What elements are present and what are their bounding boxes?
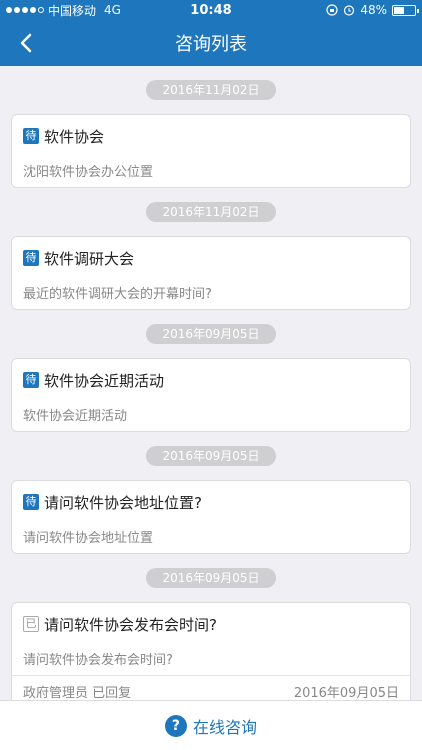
battery-percent: 48% [360,3,387,17]
consult-item[interactable]: 已 请问软件协会发布会时间? 请问软件协会发布会时间? 政府管理员 已回复 20… [11,602,411,708]
pending-badge: 待 [23,372,39,388]
pending-badge: 待 [23,494,39,510]
page-title: 咨询列表 [175,34,247,55]
item-title: 软件协会 [44,127,105,146]
online-consult-label: 在线咨询 [192,717,257,737]
item-title: 软件协会近期活动 [44,371,165,390]
date-separator: 2016年09月05日 [0,432,422,480]
item-subtitle: 最近的软件调研大会的开幕时间? [23,287,212,302]
item-title: 软件调研大会 [44,249,135,268]
replied-badge: 已 [23,616,39,632]
consult-list: 2016年11月02日 待 软件协会 沈阳软件协会办公位置 2016年11月02… [0,66,422,708]
status-bar: 中国移动 4G 10:48 48% [0,0,422,20]
chevron-left-icon [20,33,32,53]
item-subtitle: 软件协会近期活动 [23,409,128,424]
signal-icon [6,7,44,13]
consult-item[interactable]: 待 软件协会近期活动 软件协会近期活动 [11,358,411,432]
network-type: 4G [104,3,121,17]
consult-item[interactable]: 待 软件协会 沈阳软件协会办公位置 [11,114,411,188]
date-label: 2016年11月02日 [146,80,276,100]
pending-badge: 待 [23,128,39,144]
item-title: 请问软件协会发布会时间? [44,615,217,634]
date-label: 2016年09月05日 [146,446,276,466]
back-button[interactable] [14,30,38,56]
item-subtitle: 请问软件协会发布会时间? [23,653,173,668]
alarm-icon [344,5,355,16]
pending-badge: 待 [23,250,39,266]
date-label: 2016年09月05日 [146,324,276,344]
rotation-lock-icon [326,4,338,16]
nav-bar: 咨询列表 [0,20,422,66]
reply-date: 2016年09月05日 [293,686,399,701]
item-subtitle: 请问软件协会地址位置 [23,531,154,546]
date-label: 2016年09月05日 [146,568,276,588]
consult-item[interactable]: 待 请问软件协会地址位置? 请问软件协会地址位置 [11,480,411,554]
question-circle-icon: ? [164,714,187,737]
date-separator: 2016年09月05日 [0,310,422,358]
item-subtitle: 沈阳软件协会办公位置 [23,165,154,180]
date-separator: 2016年11月02日 [0,66,422,114]
date-separator: 2016年11月02日 [0,188,422,236]
battery-icon [392,4,419,16]
consult-item[interactable]: 待 软件调研大会 最近的软件调研大会的开幕时间? [11,236,411,310]
carrier-name: 中国移动 [48,3,97,18]
online-consult-button[interactable]: ? 在线咨询 [0,700,422,750]
item-title: 请问软件协会地址位置? [44,493,202,512]
date-separator: 2016年09月05日 [0,554,422,602]
reply-status: 政府管理员 已回复 [23,686,132,701]
date-label: 2016年11月02日 [146,202,276,222]
